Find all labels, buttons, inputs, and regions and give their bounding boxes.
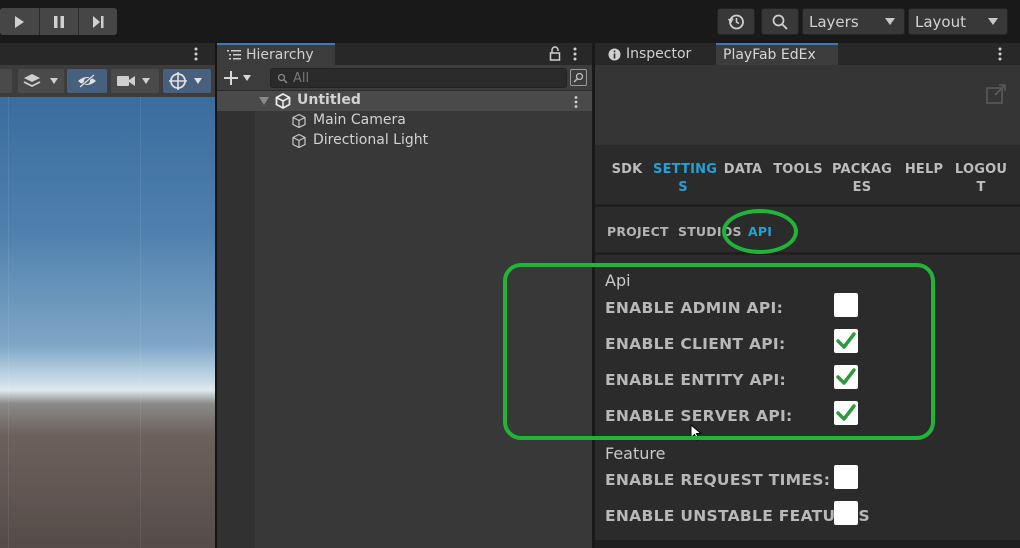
- layers-label: Layers: [809, 12, 859, 31]
- nav-label-wrap: S: [678, 180, 688, 195]
- nav-logout[interactable]: LOGOU T: [952, 161, 1010, 197]
- hierarchy-scene-row[interactable]: Untitled: [217, 91, 592, 111]
- nav-sdk[interactable]: SDK: [610, 161, 644, 179]
- camera-settings-button[interactable]: [111, 69, 159, 93]
- tab-hierarchy[interactable]: Hierarchy: [217, 43, 335, 65]
- scene-grid-line: [8, 97, 9, 548]
- nav-label-wrap: ES: [852, 180, 872, 195]
- scene-viewport[interactable]: [0, 97, 215, 548]
- layers-stack-icon: [23, 74, 41, 88]
- hierarchy-item-main-camera[interactable]: Main Camera: [217, 111, 592, 131]
- hierarchy-gutter: [217, 92, 255, 548]
- gameobject-cube-icon: [292, 113, 306, 129]
- scene-grid-line: [140, 97, 141, 548]
- expand-arrow-icon[interactable]: [259, 97, 269, 105]
- chevron-down-icon: [885, 18, 895, 25]
- nav-label: DATA: [723, 162, 763, 177]
- scene-name: Untitled: [297, 92, 361, 108]
- nav-tools[interactable]: TOOLS: [773, 161, 823, 179]
- layers-dropdown[interactable]: Layers: [802, 8, 905, 35]
- feature-section-title: Feature: [605, 444, 666, 463]
- nav-help[interactable]: HELP: [903, 161, 945, 179]
- play-icon: [15, 15, 24, 28]
- nav-packages[interactable]: PACKAG ES: [829, 161, 895, 197]
- panel-bottom-edge: [595, 540, 1020, 548]
- enable-unstable-features-label: ENABLE UNSTABLE FEATURES: [605, 507, 871, 525]
- search-placeholder: All: [293, 70, 310, 86]
- chevron-down-icon: [988, 18, 998, 25]
- nav-label: TOOLS: [773, 162, 823, 177]
- tab-inspector[interactable]: Inspector: [596, 43, 712, 65]
- history-icon: [727, 14, 744, 29]
- scene-tool-button[interactable]: [0, 69, 12, 93]
- search-icon: [772, 14, 788, 30]
- search-icon: [277, 73, 288, 84]
- visibility-toggle[interactable]: [67, 69, 107, 93]
- nav-label-wrap: T: [976, 180, 986, 195]
- open-external-icon[interactable]: [985, 83, 1007, 105]
- playmode-controls: [0, 8, 117, 35]
- plus-icon: [224, 71, 238, 85]
- annotation-ellipse-api-tab: [722, 209, 798, 254]
- layout-dropdown[interactable]: Layout: [908, 8, 1008, 35]
- nav-label: SDK: [611, 162, 643, 177]
- hierarchy-item-directional-light[interactable]: Directional Light: [217, 131, 592, 151]
- hierarchy-menu-icon[interactable]: [573, 46, 577, 62]
- step-icon: [92, 15, 103, 28]
- inspector-menu-icon[interactable]: [998, 46, 1002, 62]
- scene-panel-menu-icon[interactable]: [194, 46, 198, 62]
- create-button[interactable]: [223, 69, 257, 87]
- gizmos-button[interactable]: [163, 69, 211, 93]
- annotation-box-api-options: [503, 263, 935, 440]
- lock-icon[interactable]: [549, 46, 561, 61]
- scene-tabbar: [0, 43, 215, 65]
- tab-inspector-label: Inspector: [626, 46, 692, 62]
- pause-button[interactable]: [39, 8, 77, 35]
- scene-toolbar: [0, 65, 215, 97]
- gizmo-icon: [169, 72, 187, 90]
- pause-icon: [53, 15, 64, 28]
- scene-row-menu-icon[interactable]: [574, 94, 578, 108]
- nav-label: PACKAG: [832, 162, 892, 177]
- gameobject-cube-icon: [292, 133, 306, 149]
- unity-scene-icon: [275, 93, 291, 109]
- list-icon: [227, 50, 241, 60]
- subnav-project[interactable]: PROJECT: [607, 224, 669, 239]
- chevron-down-icon: [142, 78, 150, 84]
- nav-label: SETTING: [653, 162, 718, 177]
- video-camera-icon: [117, 76, 135, 86]
- search-options-button[interactable]: [570, 69, 587, 86]
- enable-request-times-label: ENABLE REQUEST TIMES:: [605, 471, 831, 489]
- search-button[interactable]: [761, 8, 799, 35]
- tab-playfab-label: PlayFab EdEx: [723, 47, 816, 63]
- step-button[interactable]: [78, 8, 116, 35]
- chevron-down-icon: [243, 75, 251, 81]
- chevron-down-icon: [194, 78, 202, 84]
- enable-unstable-features-checkbox[interactable]: [834, 501, 858, 525]
- layout-label: Layout: [915, 12, 966, 31]
- chevron-down-icon: [50, 78, 58, 84]
- hierarchy-search-input[interactable]: All: [270, 68, 567, 88]
- tab-playfab-edex[interactable]: PlayFab EdEx: [716, 43, 838, 65]
- info-icon: [608, 48, 621, 60]
- hierarchy-item-label: Main Camera: [313, 112, 406, 128]
- tab-hierarchy-label: Hierarchy: [246, 47, 314, 63]
- playfab-header: [595, 65, 1020, 145]
- draw-mode-button[interactable]: [18, 69, 64, 93]
- eye-hidden-icon: [78, 74, 96, 88]
- hierarchy-item-label: Directional Light: [313, 132, 429, 148]
- nav-settings[interactable]: SETTING S: [653, 161, 718, 197]
- nav-label: LOGOU: [954, 162, 1008, 177]
- nav-label: HELP: [904, 162, 944, 177]
- play-button[interactable]: [0, 8, 38, 35]
- history-button[interactable]: [717, 8, 755, 35]
- enable-request-times-checkbox[interactable]: [834, 465, 858, 489]
- nav-data[interactable]: DATA: [721, 161, 765, 179]
- search-filter-icon: [573, 72, 584, 83]
